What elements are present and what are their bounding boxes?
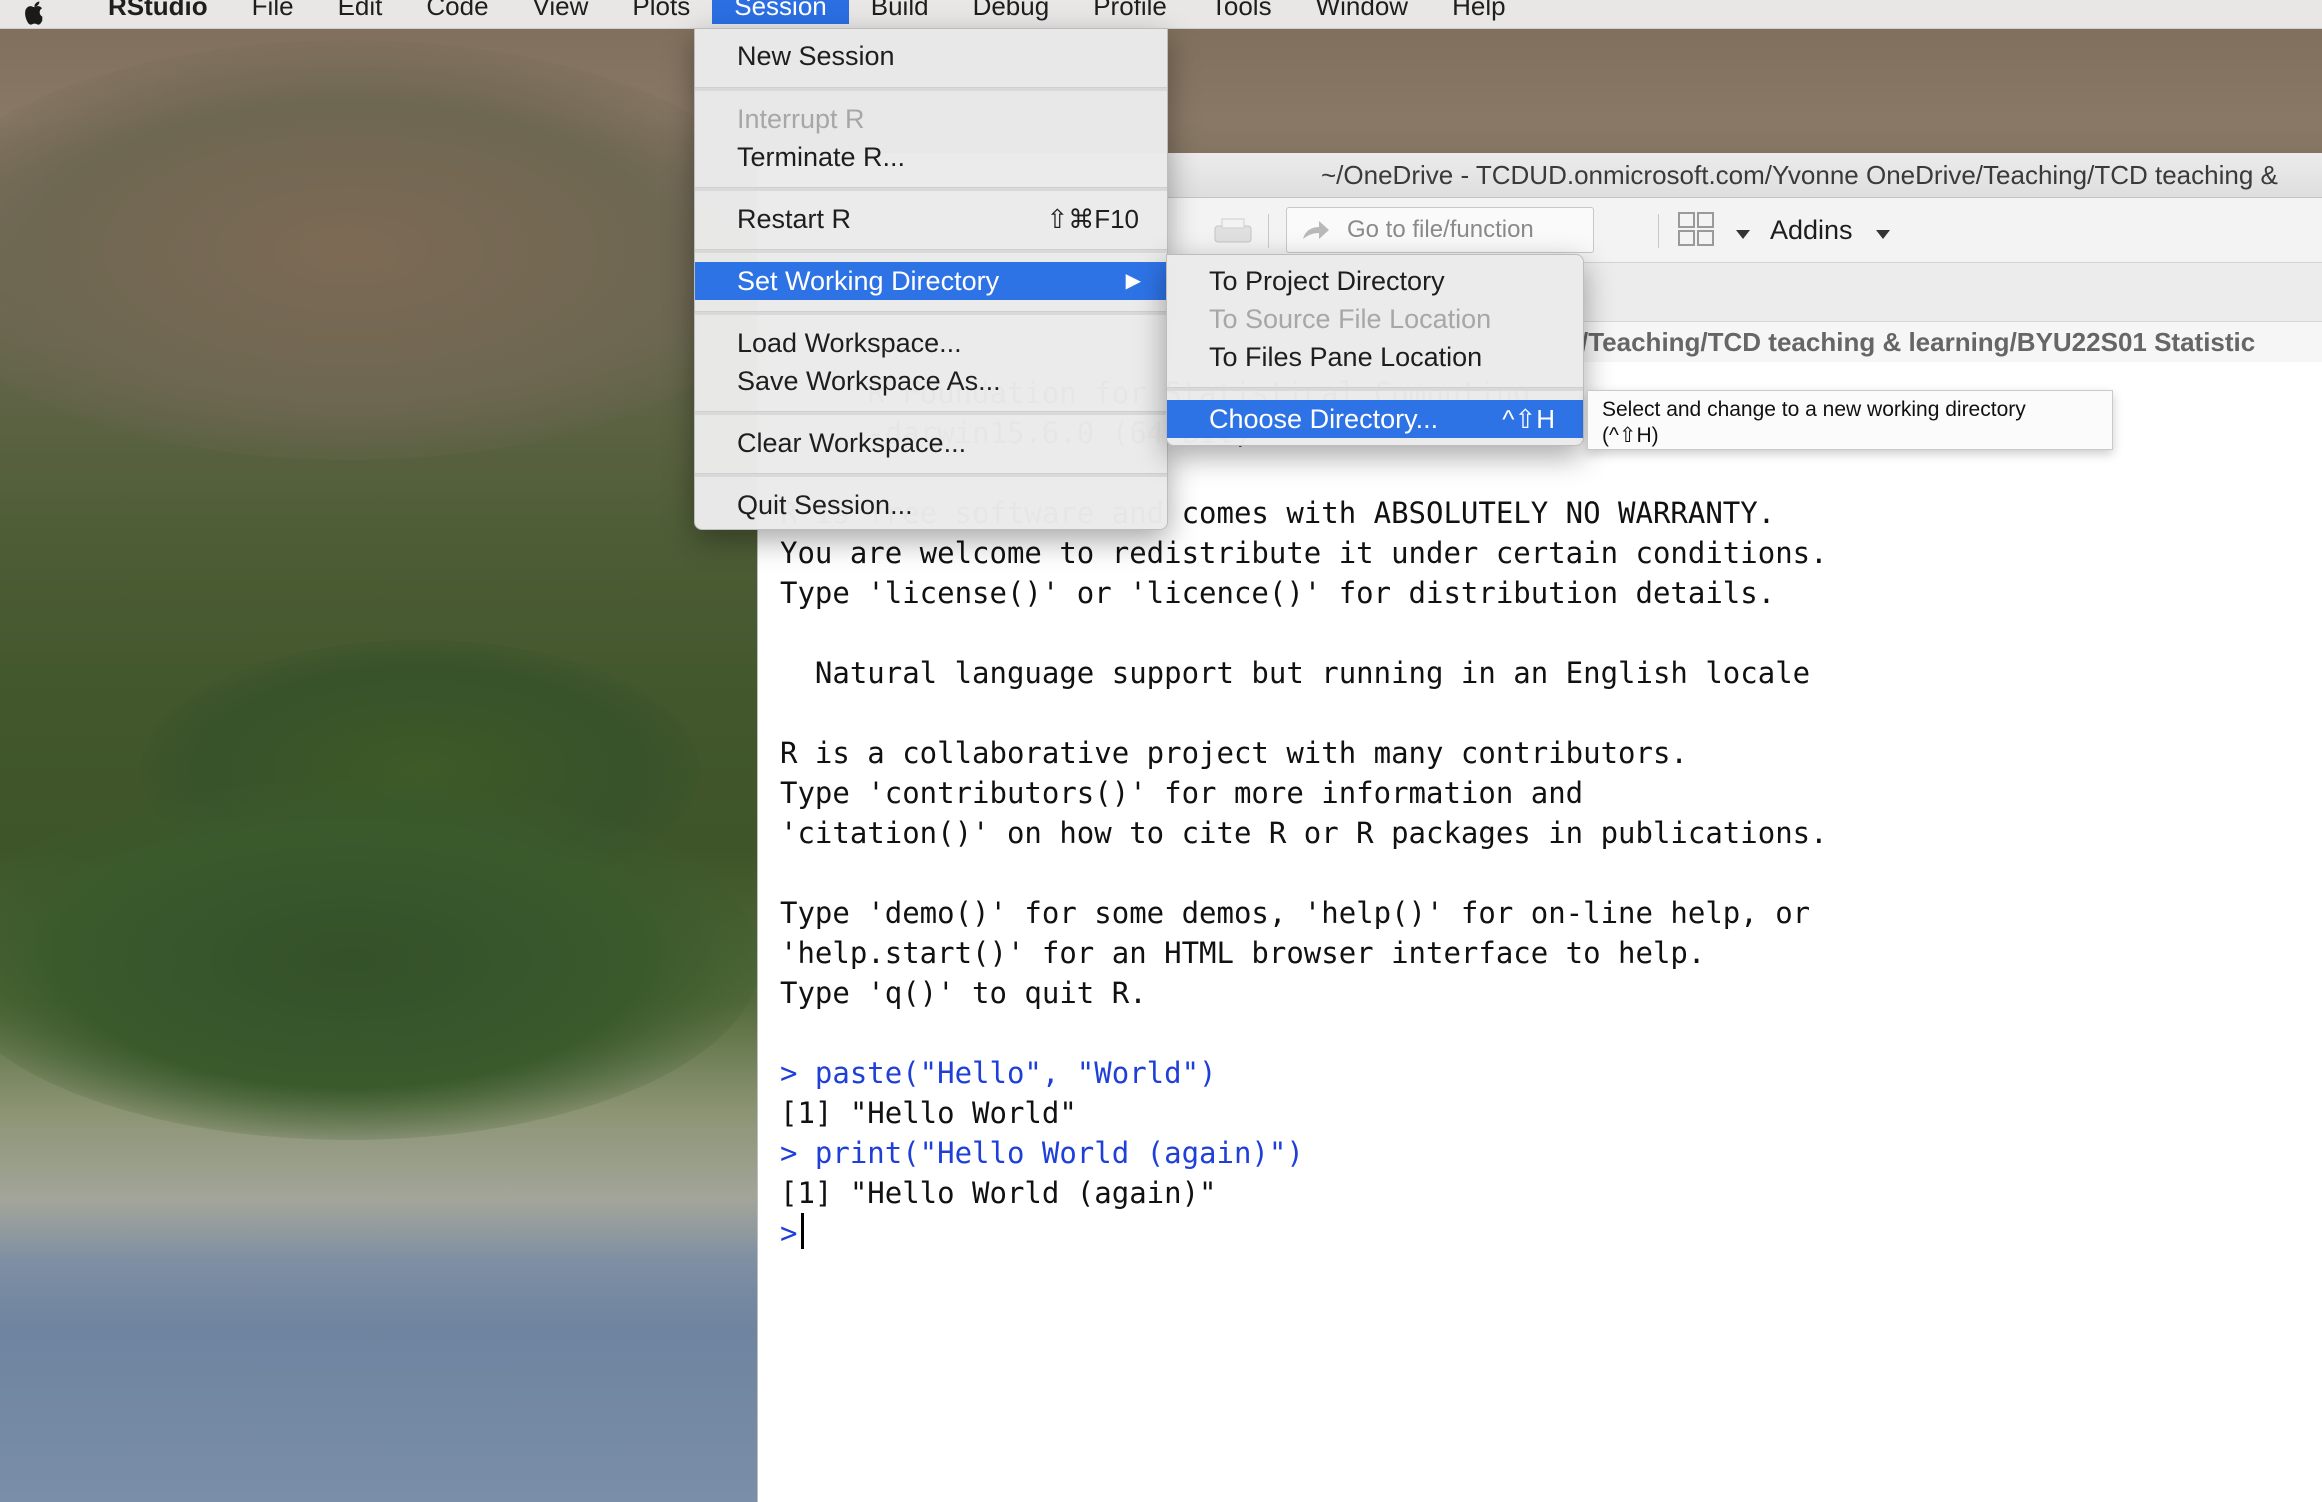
submenu-arrow-icon: ▶	[1125, 270, 1141, 292]
choose-directory-shortcut: ^⇧H	[1502, 404, 1555, 434]
window-title: ~/OneDrive - TCDUD.onmicrosoft.com/Yvonn…	[1321, 160, 2278, 190]
prompt-symbol: >	[780, 1216, 798, 1250]
menu-session[interactable]: Session	[712, 0, 849, 24]
menu-separator	[695, 187, 1167, 191]
menu-code[interactable]: Code	[404, 0, 510, 24]
console-output-line: [1] "Hello World"	[780, 1096, 1077, 1130]
console-output-line: 'help.start()' for an HTML browser inter…	[780, 936, 1706, 970]
menu-item-restart-r[interactable]: Restart R ⇧⌘F10	[695, 200, 1167, 238]
menu-separator	[695, 473, 1167, 477]
goto-file-input[interactable]: Go to file/function	[1286, 207, 1594, 253]
menu-item-choose-directory[interactable]: Choose Directory... ^⇧H	[1167, 400, 1583, 438]
console-output-line: Type 'demo()' for some demos, 'help()' f…	[780, 896, 1811, 930]
menu-item-save-workspace[interactable]: Save Workspace As...	[695, 362, 1167, 400]
console-output-line: R is a collaborative project with many c…	[780, 736, 1688, 770]
console-output-line: Type 'contributors()' for more informati…	[780, 776, 1584, 810]
menu-item-quit-session[interactable]: Quit Session...	[695, 486, 1167, 524]
menu-build[interactable]: Build	[849, 0, 951, 24]
text-cursor	[801, 1213, 805, 1249]
menu-item-new-session[interactable]: New Session	[695, 37, 1167, 75]
pane-layout-icon[interactable]	[1678, 212, 1714, 251]
menu-separator	[695, 249, 1167, 253]
menu-file[interactable]: File	[230, 0, 316, 24]
restart-shortcut: ⇧⌘F10	[1046, 204, 1139, 234]
goto-placeholder: Go to file/function	[1347, 216, 1534, 243]
console-output-line: Type 'license()' or 'licence()' for dist…	[780, 576, 1776, 610]
menu-item-clear-workspace[interactable]: Clear Workspace...	[695, 424, 1167, 462]
addins-button[interactable]: Addins	[1770, 208, 1853, 252]
menu-separator	[695, 87, 1167, 91]
chevron-down-icon[interactable]	[1876, 226, 1890, 244]
menu-item-set-working-directory[interactable]: Set Working Directory ▶	[695, 262, 1167, 300]
menu-item-terminate-r[interactable]: Terminate R...	[695, 138, 1167, 176]
tooltip-line-1: Select and change to a new working direc…	[1602, 398, 2026, 421]
console-command-line: > paste("Hello", "World")	[780, 1056, 1217, 1090]
menu-profile[interactable]: Profile	[1071, 0, 1189, 24]
mac-menubar: RStudio File Edit Code View Plots Sessio…	[0, 0, 2322, 29]
apple-icon[interactable]	[22, 1, 48, 27]
background-hill	[0, 40, 800, 460]
session-menu: New Session Interrupt R Terminate R... R…	[694, 28, 1168, 530]
console-prompt[interactable]: >	[780, 1213, 2300, 1253]
menu-separator	[1167, 387, 1583, 391]
choose-directory-tooltip: Select and change to a new working direc…	[1587, 390, 2113, 450]
menu-item-to-source-file-location: To Source File Location	[1209, 304, 1492, 334]
menu-tools[interactable]: Tools	[1189, 0, 1294, 24]
menu-item-to-files-pane-location[interactable]: To Files Pane Location	[1167, 338, 1583, 376]
menu-separator	[695, 311, 1167, 315]
console-output-line: You are welcome to redistribute it under…	[780, 536, 1828, 570]
menu-separator	[695, 411, 1167, 415]
console-output-line: Type 'q()' to quit R.	[780, 976, 1147, 1010]
menu-item-load-workspace[interactable]: Load Workspace...	[695, 324, 1167, 362]
tooltip-line-2: (^⇧H)	[1602, 424, 1659, 447]
print-icon[interactable]	[1213, 216, 1253, 246]
menu-app-name[interactable]: RStudio	[86, 0, 230, 24]
toolbar-separator	[1268, 214, 1269, 248]
menu-debug[interactable]: Debug	[951, 0, 1072, 24]
console-output-line: Natural language support but running in …	[780, 656, 1811, 690]
menu-help[interactable]: Help	[1430, 0, 1527, 24]
console-output-line: [1] "Hello World (again)"	[780, 1176, 1217, 1210]
menu-item-to-project-directory[interactable]: To Project Directory	[1167, 262, 1583, 300]
menu-window[interactable]: Window	[1294, 0, 1430, 24]
console-output-line: 'citation()' on how to cite R or R packa…	[780, 816, 1828, 850]
goto-arrow-icon	[1301, 217, 1331, 243]
menu-item-interrupt-r: Interrupt R	[737, 104, 865, 134]
menu-edit[interactable]: Edit	[316, 0, 405, 24]
toolbar-separator	[1658, 214, 1659, 248]
chevron-down-icon[interactable]	[1736, 226, 1750, 244]
menu-plots[interactable]: Plots	[610, 0, 712, 24]
working-directory-submenu: To Project Directory To Source File Loca…	[1166, 254, 1584, 446]
console-command-line: > print("Hello World (again)")	[780, 1136, 1304, 1170]
console-path: /Teaching/TCD teaching & learning/BYU22S…	[1581, 327, 2256, 357]
menu-view[interactable]: View	[511, 0, 611, 24]
